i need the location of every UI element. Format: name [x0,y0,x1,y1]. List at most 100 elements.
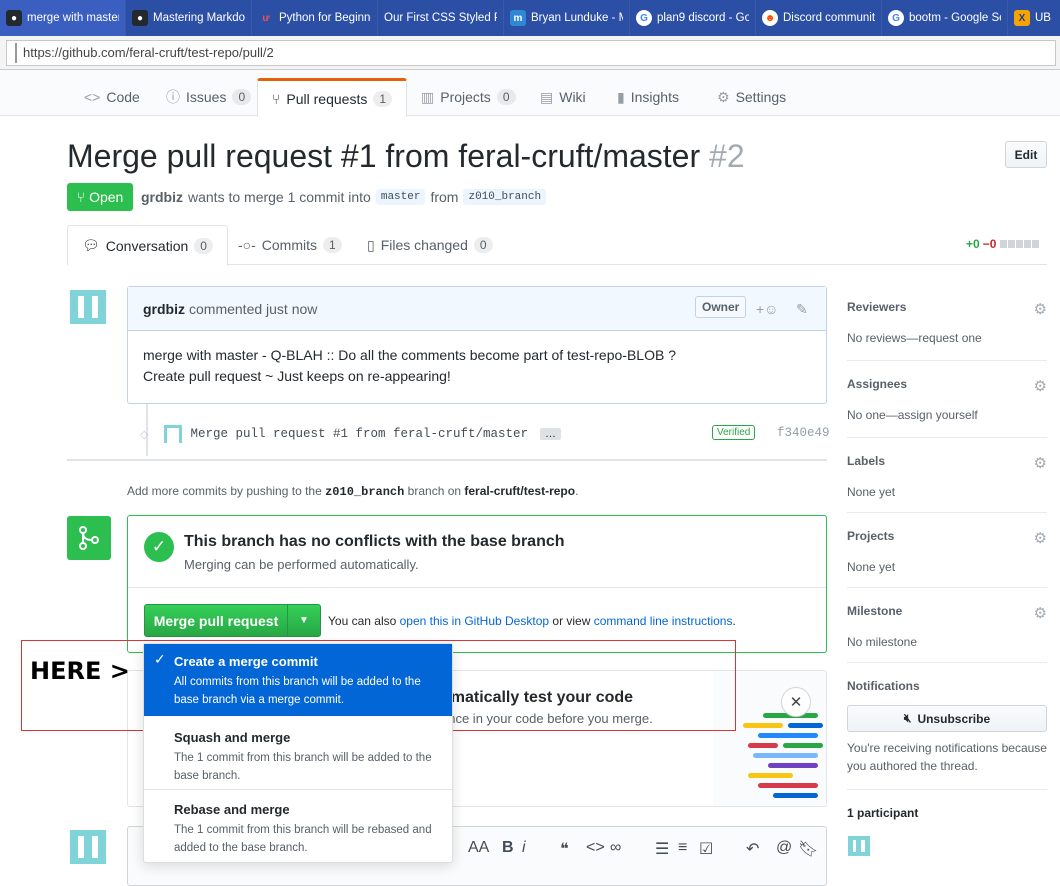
push-note-repo[interactable]: feral-cruft/test-repo [464,484,575,498]
sidebar-milestone: Milestone ⚙ No milestone [847,604,1047,663]
tab-pull-requests[interactable]: ⑂ Pull requests 1 [257,78,408,117]
header-format-button[interactable]: AA [468,839,489,857]
tab-label: Code [106,89,140,105]
check-icon: ✓ [154,651,166,667]
avatar[interactable] [164,425,183,443]
browser-tab-4[interactable]: Our First CSS Styled Page [378,0,504,36]
mention-icon[interactable]: @ [776,839,792,857]
task-list-icon[interactable]: ☑ [699,839,713,859]
tab-conversation[interactable]: 💬︎ Conversation 0 [67,225,228,266]
comment-author[interactable]: grdbiz [143,301,185,317]
tab-label: Commits [261,237,318,253]
comment-timestamp[interactable]: commented just now [189,301,317,317]
browser-tab-2[interactable]: ● Mastering Markdown [126,0,252,36]
merge-pull-request-button[interactable]: Merge pull request [144,604,288,637]
sidebar-projects: Projects ⚙ None yet [847,529,1047,588]
browser-tab-bar: ● merge with master ● Mastering Markdown ư… [0,0,1060,36]
command-line-instructions-link[interactable]: command line instructions [594,614,733,628]
verified-badge[interactable]: Verified [712,425,756,440]
menu-item-description: All commits from this branch will be add… [174,676,421,706]
github-icon: ● [6,10,22,26]
code-icon[interactable]: <> [586,839,605,857]
gear-icon[interactable]: ⚙ [1034,454,1047,472]
menu-item-create-merge-commit[interactable]: ✓ Create a merge commit All commits from… [144,644,452,716]
bookmark-icon[interactable]: 🔖︎ [798,839,818,859]
tab-label: Issues [186,89,227,105]
close-icon[interactable]: ✕ [781,687,811,717]
sidebar-value[interactable]: No reviews—request one [847,331,1047,345]
tab-wiki[interactable]: ▤ Wiki [526,78,600,116]
merge-box: ✓ This branch has no conflicts with the … [127,515,827,653]
url-input[interactable]: https://github.com/feral-cruft/test-repo… [6,39,1056,66]
gear-icon[interactable]: ⚙ [1034,377,1047,395]
browser-tab-7[interactable]: ☻ Discord community [756,0,882,36]
push-note-text: . [575,484,579,498]
gear-icon[interactable]: ⚙ [1034,604,1047,622]
sidebar-heading: Projects [847,529,895,543]
menu-item-squash-and-merge[interactable]: Squash and merge The 1 commit from this … [144,716,452,790]
commit-sha[interactable]: f340e49 [777,426,830,440]
pr-tabs: 💬︎ Conversation 0 -○- Commits 1 ▯ Files chang… [67,225,1047,266]
unordered-list-icon[interactable]: ☰ [655,839,669,859]
tab-insights[interactable]: ▮ Insights [603,78,693,116]
merge-alt-text: or view [552,614,591,628]
reply-icon[interactable]: ↶ [746,839,759,859]
open-in-desktop-link[interactable]: open this in GitHub Desktop [400,614,549,628]
browser-tab-title: Our First CSS Styled Page [384,12,497,24]
add-reaction-icon[interactable]: +☺ [756,301,778,317]
browser-tab-8[interactable]: Gbootm - Google Se [882,0,1008,36]
unsubscribe-label: Unsubscribe [917,711,991,726]
commit-expand-button[interactable]: … [540,428,562,440]
tab-issues[interactable]: ⓘ Issues 0 [152,78,265,116]
merge-method-menu: ✓ Create a merge commit All commits from… [143,643,453,863]
push-note-text: branch on [407,484,462,498]
commit-message[interactable]: Merge pull request #1 from feral-cruft/m… [190,427,528,441]
triangle-down-icon: ▼ [299,615,309,626]
tab-code[interactable]: <> Code [70,78,154,116]
browser-tab-6[interactable]: Gplan9 discord - Go [630,0,756,36]
url-divider [15,42,17,63]
tab-commits[interactable]: -○- Commits 1 [224,225,356,265]
base-branch[interactable]: master [375,189,426,205]
merge-method-dropdown-toggle[interactable]: ▼ [287,604,321,637]
browser-tab-5[interactable]: m Bryan Lunduke - M [504,0,630,36]
tab-projects[interactable]: ▥ Projects 0 [407,78,530,116]
gear-icon[interactable]: ⚙ [1034,300,1047,318]
github-icon: ● [132,10,148,26]
tab-settings[interactable]: ⚙ Settings [703,78,800,116]
url-text: https://github.com/feral-cruft/test-repo… [23,45,274,60]
lines-deleted: −0 [982,237,997,251]
quote-icon[interactable]: ❝ [560,839,569,859]
browser-tab-1[interactable]: ● merge with master [0,0,126,36]
unsubscribe-button[interactable]: 🔇︎ Unsubscribe [847,705,1047,732]
reddit-icon: ☻ [762,10,778,26]
browser-tab-title: UB [1035,12,1051,24]
xda-icon: X [1014,10,1030,26]
comment-body: merge with master - Q-BLAH :: Do all the… [128,331,826,401]
italic-button[interactable]: i [522,839,526,857]
menu-item-rebase-and-merge[interactable]: Rebase and merge The 1 commit from this … [144,790,452,862]
pencil-icon[interactable]: ✎ [796,301,808,318]
google-icon: G [888,10,904,26]
browser-tab-3[interactable]: ư Python for Beginners [252,0,378,36]
participant-avatar[interactable] [847,834,871,858]
link-icon[interactable]: ∞ [610,839,621,857]
gear-icon[interactable]: ⚙ [1034,529,1047,547]
annotation-label: HERE > [30,657,130,685]
browser-tab-9[interactable]: X UB [1008,0,1060,36]
projects-counter: 0 [496,89,516,105]
merge-status-title: This branch has no conflicts with the ba… [184,533,565,550]
ordered-list-icon[interactable]: ≡ [678,839,687,857]
edit-title-button[interactable]: Edit [1005,141,1047,168]
sidebar-value[interactable]: No one—assign yourself [847,408,1047,422]
tab-files-changed[interactable]: ▯ Files changed 0 [353,225,507,265]
menu-item-title: Create a merge commit [174,654,318,669]
state-badge: ⑂ Open [67,183,133,211]
merge-status: ✓ This branch has no conflicts with the … [128,516,826,588]
code-icon: <> [84,89,101,105]
head-branch[interactable]: z010_branch [463,189,547,205]
bold-button[interactable]: B [502,839,514,857]
file-diff-icon: ▯ [367,236,375,253]
avatar[interactable] [67,286,109,328]
pr-author-link[interactable]: grdbiz [141,189,183,205]
